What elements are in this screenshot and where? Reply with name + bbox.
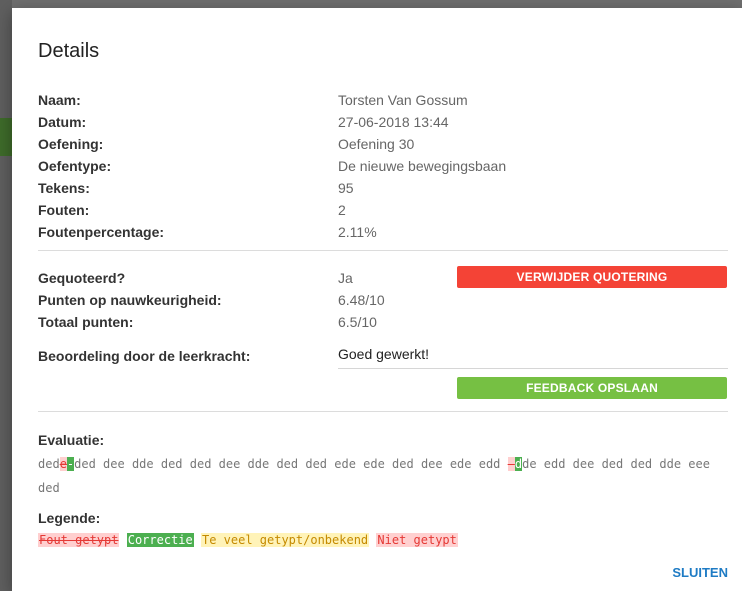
info-row-oefening: Oefening: Oefening 30	[38, 133, 728, 155]
legend-te-veel: Te veel getypt/onbekend	[200, 533, 370, 547]
teacher-feedback-input[interactable]	[338, 343, 728, 369]
divider	[38, 250, 728, 251]
info-row-oefentype: Oefentype: De nieuwe bewegingsbaan	[38, 155, 728, 177]
legend-niet-getypt: Niet getypt	[376, 533, 458, 547]
divider	[38, 411, 728, 412]
info-label: Datum:	[38, 114, 87, 130]
evaluation-segment: ded	[38, 457, 60, 471]
teacher-review-label: Beoordeling door de leerkracht:	[38, 348, 251, 364]
legend-correctie: Correctie	[126, 533, 194, 547]
backdrop	[0, 0, 12, 591]
info-label: Naam:	[38, 92, 81, 108]
score-label: Punten op nauwkeurigheid:	[38, 292, 222, 308]
info-row-tekens: Tekens: 95	[38, 177, 728, 199]
info-label: Tekens:	[38, 180, 90, 196]
close-button[interactable]: SLUITEN	[672, 565, 728, 580]
info-row-datum: Datum: 27-06-2018 13:44	[38, 111, 728, 133]
info-value: 27-06-2018 13:44	[338, 114, 449, 130]
legend: Fout getypt Correctie Te veel getypt/onb…	[38, 532, 458, 548]
score-label: Gequoteerd?	[38, 270, 126, 286]
info-label: Foutenpercentage:	[38, 224, 165, 240]
evaluation-label: Evaluatie:	[38, 432, 105, 448]
legend-fout-getypt: Fout getypt	[38, 533, 120, 547]
details-dialog: Details Naam: Torsten Van Gossum Datum: …	[12, 8, 742, 591]
dialog-title: Details	[38, 40, 100, 62]
info-label: Oefentype:	[38, 158, 112, 174]
evaluation-text: dede -ded dee dde ded ded dee dde ded ded…	[38, 452, 728, 500]
info-row-naam: Naam: Torsten Van Gossum	[38, 89, 728, 111]
info-value: 2	[338, 202, 346, 218]
info-value: Oefening 30	[338, 136, 415, 152]
info-row-foutenpercentage: Foutenpercentage: 2.11%	[38, 221, 728, 243]
score-row-totaal: Totaal punten: 6.5/10	[38, 311, 728, 333]
score-value: 6.5/10	[338, 314, 377, 330]
info-label: Fouten:	[38, 202, 90, 218]
evaluation-error: e	[59, 457, 67, 471]
info-value: 95	[338, 180, 354, 196]
info-value: 2.11%	[338, 224, 377, 240]
save-feedback-button[interactable]: FEEDBACK OPSLAAN	[457, 377, 727, 399]
remove-quotation-button[interactable]: VERWIJDER QUOTERING	[457, 266, 727, 288]
evaluation-error: -	[507, 457, 515, 471]
info-label: Oefening:	[38, 136, 104, 152]
score-value: 6.48/10	[338, 292, 385, 308]
info-value: Torsten Van Gossum	[338, 92, 468, 108]
info-row-fouten: Fouten: 2	[38, 199, 728, 221]
info-value: De nieuwe bewegingsbaan	[338, 158, 507, 174]
legend-label: Legende:	[38, 510, 101, 526]
score-label: Totaal punten:	[38, 314, 134, 330]
backdrop-green-element	[0, 118, 12, 156]
score-value: Ja	[338, 270, 353, 286]
evaluation-segment: ded dee dde ded ded dee dde ded ded ede …	[74, 457, 508, 471]
score-row-nauwkeurigheid: Punten op nauwkeurigheid: 6.48/10	[38, 289, 728, 311]
